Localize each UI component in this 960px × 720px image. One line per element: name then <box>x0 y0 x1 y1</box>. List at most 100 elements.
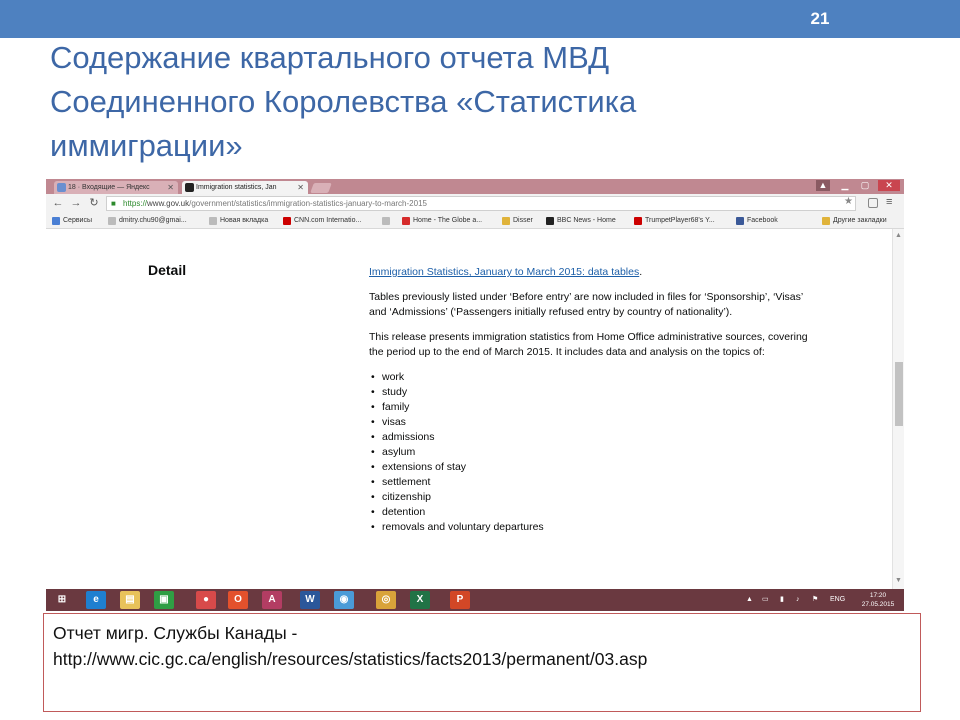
url-path: /government/statistics/immigration-stati… <box>189 199 427 208</box>
internet-explorer-icon[interactable]: e <box>86 591 106 609</box>
tray-chevron-icon[interactable]: ▲ <box>746 589 753 611</box>
bookmark-item[interactable]: Другие закладки <box>822 216 887 226</box>
tray-flag-icon[interactable]: ⚑ <box>812 589 818 611</box>
bookmark-item[interactable]: Disser <box>502 216 533 226</box>
bookmark-item[interactable]: Новая вкладка <box>209 216 268 226</box>
bookmark-label: Сервисы <box>63 217 93 224</box>
tray-volume-icon[interactable]: ♪ <box>796 589 800 611</box>
list-item: extensions of stay <box>369 460 809 475</box>
bookmark-item[interactable]: dmitry.chu90@gmai... <box>108 216 187 226</box>
extension-icon[interactable] <box>868 198 878 208</box>
menu-icon[interactable]: ≡ <box>886 196 892 208</box>
reload-icon[interactable]: ↻ <box>88 197 100 209</box>
word-icon[interactable]: W <box>300 591 320 609</box>
scrollbar-thumb[interactable] <box>895 362 903 426</box>
youtube-icon <box>634 217 642 225</box>
address-bar-row: ← → ↻ ■ https://www.gov.uk/government/st… <box>46 194 904 213</box>
maple-leaf-icon <box>402 217 410 225</box>
taskbar-clock[interactable]: 17:20 27.05.2015 <box>856 591 900 609</box>
list-item: citizenship <box>369 490 809 505</box>
mail-icon <box>57 183 66 192</box>
back-arrow-icon[interactable]: ← <box>52 197 64 209</box>
windows-start-icon[interactable]: ⊞ <box>52 591 72 609</box>
paragraph: Tables previously listed under ‘Before e… <box>369 291 803 318</box>
list-item: detention <box>369 505 809 520</box>
bbc-icon <box>546 217 554 225</box>
bookmark-star-icon[interactable]: ★ <box>844 196 853 207</box>
new-tab-button[interactable] <box>310 183 332 193</box>
tab-label: 18 · Входящие — Яндекс <box>68 184 150 191</box>
page-icon <box>209 217 217 225</box>
slide-title-line: Содержание квартального отчета МВД <box>50 40 610 75</box>
store-icon[interactable]: ▣ <box>154 591 174 609</box>
file-explorer-icon[interactable]: ▤ <box>120 591 140 609</box>
source-note-box: Отчет мигр. Службы Канады - http://www.c… <box>43 613 921 712</box>
bookmark-label: TrumpetPlayer68's Y... <box>645 217 715 224</box>
network-icon[interactable]: ◉ <box>334 591 354 609</box>
folder-icon <box>822 217 830 225</box>
user-icon[interactable]: ▲ <box>816 180 830 191</box>
maximize-icon[interactable]: ▢ <box>858 180 872 191</box>
bookmark-label: Facebook <box>747 217 778 224</box>
scroll-up-icon[interactable]: ▲ <box>895 232 902 239</box>
paragraph: This release presents immigration statis… <box>369 331 808 358</box>
bookmark-item[interactable]: CNN.com Internatio... <box>283 216 361 226</box>
topics-list: work study family visas admissions asylu… <box>369 370 809 535</box>
lock-icon: ■ <box>111 199 116 208</box>
facebook-icon <box>736 217 744 225</box>
bookmark-label: Другие закладки <box>833 217 887 224</box>
clock-date: 27.05.2015 <box>861 601 895 608</box>
access-icon[interactable]: A <box>262 591 282 609</box>
close-window-icon[interactable]: ✕ <box>878 180 900 191</box>
tab-immigration-statistics[interactable]: Immigration statistics, Jan ✕ <box>182 181 308 194</box>
list-item: admissions <box>369 430 809 445</box>
apps-icon <box>52 217 60 225</box>
url-input[interactable]: ■ https://www.gov.uk/government/statisti… <box>106 196 856 211</box>
bookmark-label: dmitry.chu90@gmai... <box>119 217 187 224</box>
minimize-icon[interactable]: ▁ <box>838 180 852 191</box>
scrollbar[interactable]: ▲ ▼ <box>892 229 904 589</box>
slide-title-line: Соединенного Королевства «Статистика <box>50 84 637 119</box>
note-url: http://www.cic.gc.ca/english/resources/s… <box>53 649 648 669</box>
excel-icon[interactable]: X <box>410 591 430 609</box>
tab-yandex-mail[interactable]: 18 · Входящие — Яндекс ✕ <box>54 181 178 194</box>
language-indicator[interactable]: ENG <box>830 589 845 611</box>
chrome-icon[interactable]: ◎ <box>376 591 396 609</box>
bookmark-label: Home - The Globe a... <box>413 217 483 224</box>
list-item: study <box>369 385 809 400</box>
bookmark-item[interactable]: Facebook <box>736 216 778 226</box>
page-icon <box>382 217 390 225</box>
list-item: work <box>369 370 809 385</box>
list-item: family <box>369 400 809 415</box>
powerpoint-icon[interactable]: P <box>450 591 470 609</box>
bookmark-item[interactable]: TrumpetPlayer68's Y... <box>634 216 715 226</box>
office-icon[interactable]: O <box>228 591 248 609</box>
close-icon[interactable]: ✕ <box>167 181 174 194</box>
bookmark-item[interactable]: BBC News - Home <box>546 216 616 226</box>
list-item: asylum <box>369 445 809 460</box>
detail-content: Immigration Statistics, January to March… <box>369 265 809 535</box>
cnn-icon <box>283 217 291 225</box>
tray-signal-icon[interactable]: ▮ <box>780 589 784 611</box>
note-line: Отчет мигр. Службы Канады - <box>53 623 298 643</box>
media-icon[interactable]: ● <box>196 591 216 609</box>
scroll-down-icon[interactable]: ▼ <box>895 577 902 584</box>
windows-taskbar: ⊞ e ▤ ▣ ● O A W ◉ ◎ X P ▲ ▭ ▮ ♪ ⚑ ENG 17… <box>46 589 904 611</box>
bookmark-item[interactable]: Сервисы <box>52 216 92 226</box>
list-item: removals and voluntary departures <box>369 520 809 535</box>
close-icon[interactable]: ✕ <box>297 181 304 194</box>
link-suffix: . <box>639 266 643 278</box>
slide-number: 21 <box>810 9 830 28</box>
tray-battery-icon[interactable]: ▭ <box>762 589 769 611</box>
url-host: www.gov.uk <box>147 199 190 208</box>
url-scheme: https:// <box>123 199 148 208</box>
data-tables-link[interactable]: Immigration Statistics, January to March… <box>369 266 639 278</box>
bookmark-item[interactable]: Home - The Globe a... <box>402 216 482 226</box>
slide-title-line: иммиграции» <box>50 128 243 163</box>
list-item: settlement <box>369 475 809 490</box>
forward-arrow-icon[interactable]: → <box>70 197 82 209</box>
bookmark-label: Disser <box>513 217 533 224</box>
clock-time: 17:20 <box>869 592 887 599</box>
bookmarks-bar: Сервисы dmitry.chu90@gmai... Новая вклад… <box>46 213 904 229</box>
list-item: visas <box>369 415 809 430</box>
